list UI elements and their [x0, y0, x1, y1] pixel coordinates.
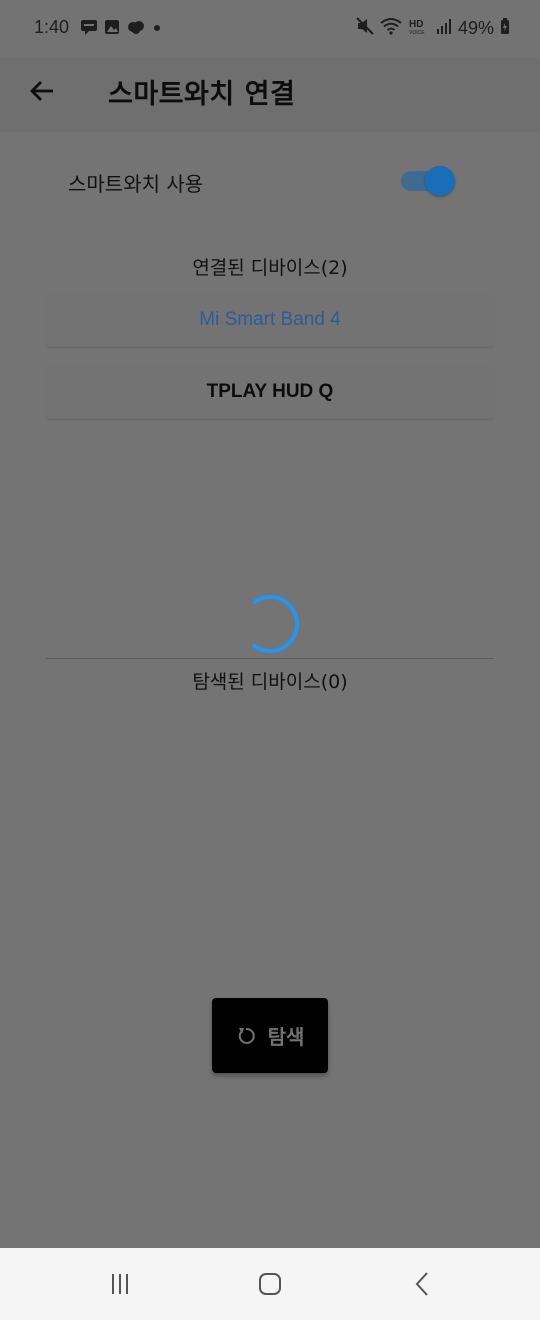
nav-back-button[interactable] — [402, 1266, 442, 1302]
device-card[interactable]: Mi Smart Band 4 — [46, 293, 494, 347]
home-button[interactable] — [250, 1266, 290, 1302]
refresh-icon — [238, 1027, 255, 1044]
page-title: 스마트와치 연결 — [108, 79, 296, 110]
recent-apps-icon — [112, 1274, 128, 1294]
back-icon — [415, 1272, 428, 1296]
status-time: 1:40 — [34, 17, 70, 37]
home-icon — [259, 1273, 281, 1295]
battery-icon — [500, 17, 510, 39]
loading-spinner-icon — [241, 595, 299, 653]
device-card[interactable]: TPLAY HUD Q — [46, 365, 494, 419]
arrow-left-icon — [30, 81, 53, 101]
system-nav-bar — [0, 1248, 540, 1320]
chat-bubble-icon — [80, 19, 98, 39]
battery-percent: 49% — [457, 17, 494, 38]
hd-voice-icon: HD VOICE — [408, 17, 430, 39]
mute-icon — [356, 17, 374, 39]
svg-text:HD: HD — [409, 19, 423, 30]
status-notification-icons — [80, 20, 162, 38]
svg-text:VOICE: VOICE — [409, 30, 425, 35]
back-button[interactable] — [26, 75, 58, 107]
status-system-icons: HD VOICE 49% — [356, 17, 510, 39]
app-bar: 스마트와치 연결 — [0, 58, 540, 132]
connected-devices-title: 연결된 디바이스(2) — [192, 257, 348, 279]
status-bar: 1:40 HD VOICE 49% — [0, 0, 540, 58]
gallery-icon — [104, 19, 120, 39]
signal-icon — [436, 17, 452, 39]
scan-button[interactable]: 탐색 — [212, 998, 328, 1073]
section-divider — [46, 658, 494, 659]
scan-button-label: 탐색 — [267, 1025, 305, 1049]
smartwatch-toggle-row: 스마트와치 사용 — [0, 150, 540, 212]
toggle-thumb — [425, 166, 455, 196]
notification-dot-icon — [152, 19, 162, 39]
cloud-app-icon — [126, 19, 146, 39]
wifi-icon — [380, 17, 402, 39]
smartwatch-toggle-label: 스마트와치 사용 — [68, 172, 204, 196]
recent-apps-button[interactable] — [100, 1266, 140, 1302]
smartwatch-toggle-switch[interactable] — [401, 166, 457, 196]
discovered-devices-title: 탐색된 디바이스(0) — [192, 671, 348, 693]
